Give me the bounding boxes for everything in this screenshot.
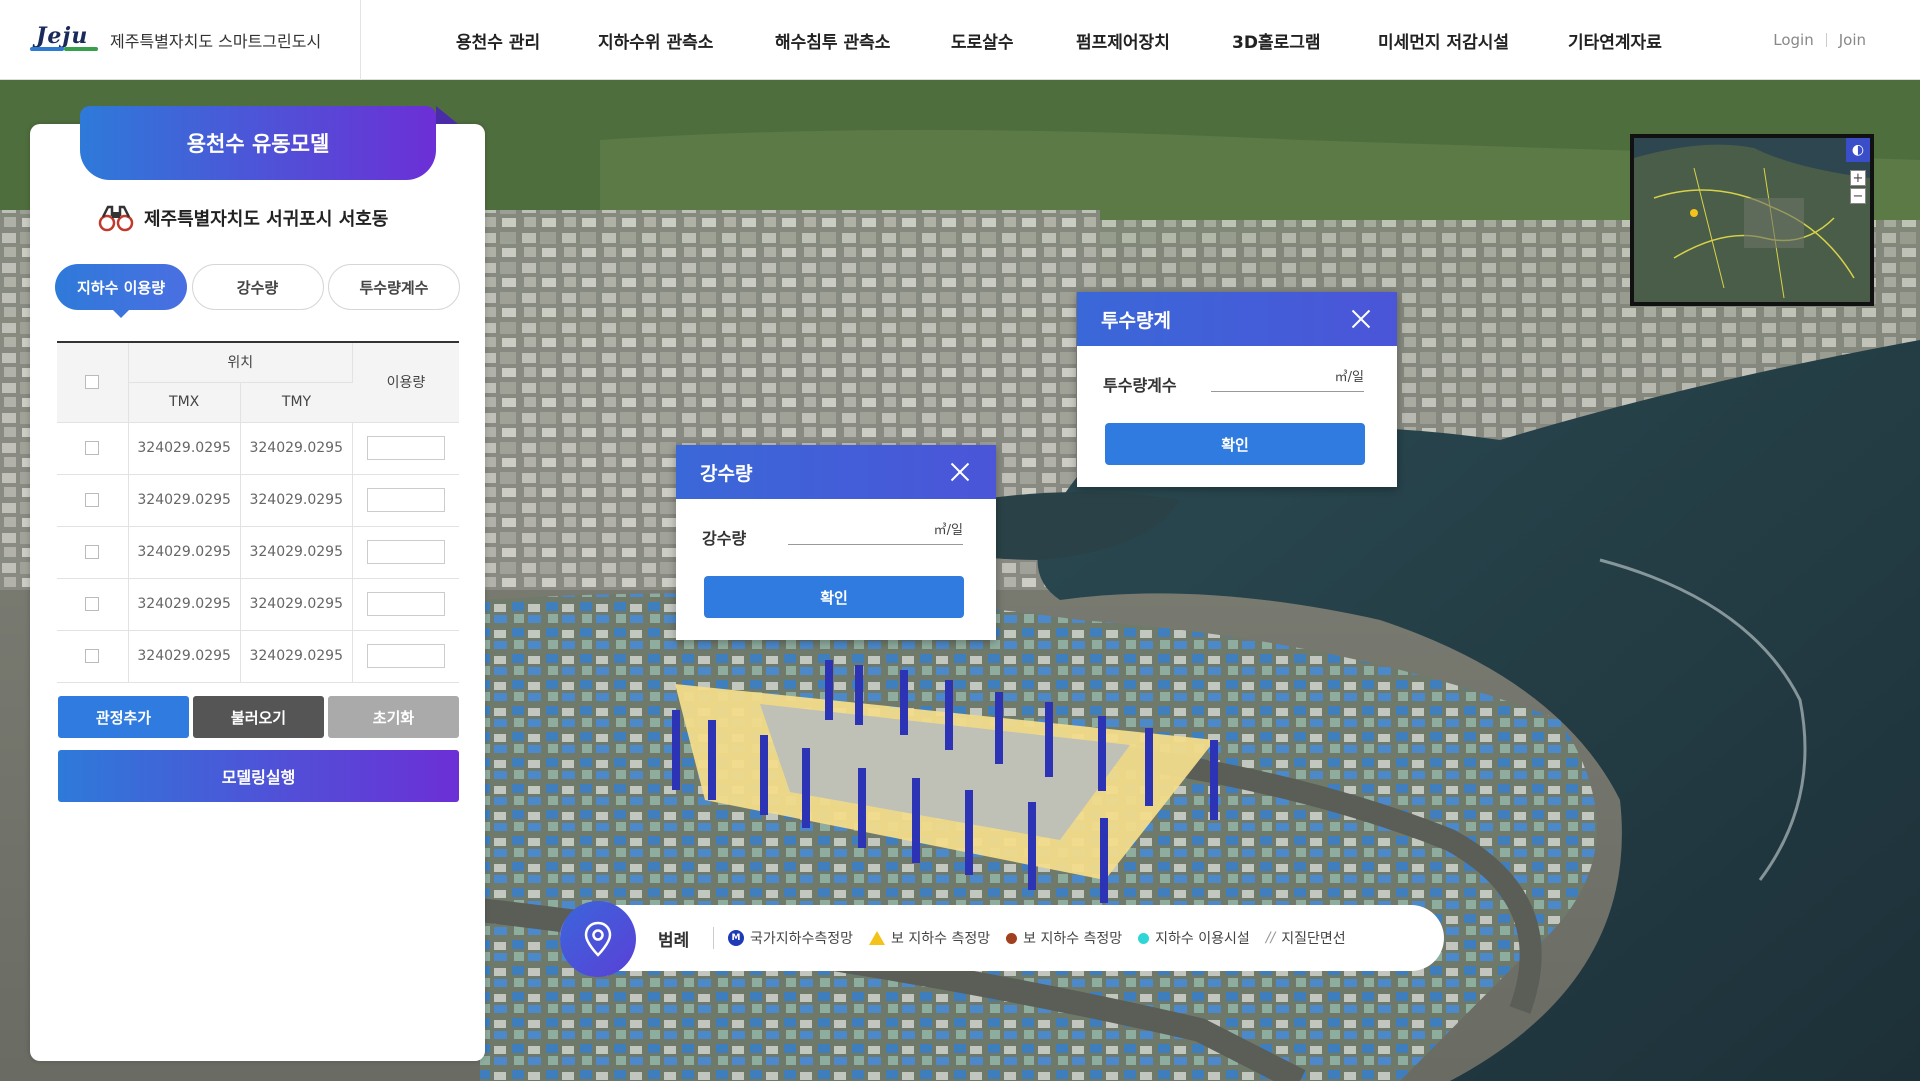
logo-text: 제주특별자치도 스마트그린도시 [110,32,322,51]
rainfall-input[interactable]: ㎥/일 [788,517,963,545]
cell-tmx: 324029.0295 [128,474,241,527]
cell-tmx: 324029.0295 [128,630,241,683]
row-checkbox[interactable] [85,493,100,507]
location-text: 제주특별자치도 서귀포시 서호동 [144,209,389,230]
rainfall-popup: 강수량 강수량 ㎥/일 확인 [676,445,996,640]
usage-input[interactable] [366,488,445,512]
cell-tmy: 324029.0295 [240,526,353,579]
close-icon[interactable] [950,462,970,482]
permeability-popup-title: 투수량계 [1101,309,1171,332]
join-link[interactable]: Join [1839,31,1866,49]
tab-groundwater-usage[interactable]: 지하수 이용량 [55,264,187,318]
rainfall-unit: ㎥/일 [933,523,963,538]
run-modeling-button[interactable]: 모델링실행 [58,750,459,802]
globe-icon[interactable]: ◐ [1846,138,1870,162]
rainfall-confirm-button[interactable]: 확인 [704,576,964,618]
permeability-popup-header: 투수량계 [1077,292,1397,346]
tab-rainfall[interactable]: 강수량 [191,264,324,310]
zoom-out-button[interactable]: − [1850,188,1866,204]
permeability-unit: ㎥/일 [1334,370,1364,385]
nav-item-groundwater-station[interactable]: 지하수위 관측소 [598,28,713,53]
minimap[interactable]: ◐ + − [1630,134,1874,306]
table-row: 324029.0295 324029.0295 [57,630,459,683]
col-tmy: TMY [240,382,353,423]
rainfall-popup-header: 강수량 [676,445,996,499]
add-well-button[interactable]: 관정추가 [58,696,189,738]
cell-tmx: 324029.0295 [128,422,241,475]
close-icon[interactable] [1351,309,1371,329]
select-all-cell [57,342,129,423]
table-row: 324029.0295 324029.0295 [57,578,459,631]
dot-icon [1006,932,1018,944]
legend-item: 보 지하수 측정망 [869,928,990,948]
well-table: 위치 이용량 TMX TMY 324029.0295 324029.0295 3… [57,341,459,683]
legend-item: M 국가지하수측정망 [728,928,853,948]
legend-item: 보 지하수 측정망 [1006,928,1122,948]
col-usage: 이용량 [352,342,459,423]
legend-label: 범례 [658,930,690,951]
cell-tmy: 324029.0295 [240,578,353,631]
nav-item-fine-dust[interactable]: 미세먼지 저감시설 [1378,28,1509,53]
col-tmx: TMX [128,382,241,423]
usage-input[interactable] [366,592,445,616]
logo[interactable]: Jeju 제주특별자치도 스마트그린도시 [0,0,361,80]
table-row: 324029.0295 324029.0295 [57,474,459,527]
row-checkbox[interactable] [85,545,100,559]
rainfall-popup-title: 강수량 [700,462,753,485]
rainfall-field-label: 강수량 [702,529,747,548]
col-position: 위치 [128,342,353,383]
spring-flow-model-panel: 용천수 유동모델 제주특별자치도 서귀포시 서호동 지하수 이용량 강수량 투수… [30,106,485,1061]
tab-permeability[interactable]: 투수량계수 [328,264,460,310]
nav-item-pump-control[interactable]: 펌프제어장치 [1076,28,1170,53]
auth-links: Login Join [1773,0,1866,80]
usage-input[interactable] [366,436,445,460]
permeability-field-label: 투수량계수 [1103,376,1177,395]
panel-title: 용천수 유동모델 [80,106,436,180]
binoculars-icon [98,204,134,232]
table-row: 324029.0295 324029.0295 [57,422,459,475]
usage-input[interactable] [366,644,445,668]
legend-item: 지하수 이용시설 [1138,928,1250,948]
permeability-confirm-button[interactable]: 확인 [1105,423,1365,465]
nav-item-road-sprinkle[interactable]: 도로살수 [951,28,1014,53]
login-link[interactable]: Login [1773,31,1813,49]
reset-button[interactable]: 초기화 [328,696,459,738]
nav-item-spring-water[interactable]: 용천수 관리 [456,28,540,53]
nav-item-seawater-station[interactable]: 해수침투 관측소 [775,28,890,53]
load-button[interactable]: 불러오기 [193,696,324,738]
panel-tabs: 지하수 이용량 강수량 투수량계수 [55,264,460,318]
permeability-popup: 투수량계 투수량계수 ㎥/일 확인 [1077,292,1397,487]
jeju-logo-mark: Jeju [30,23,100,57]
select-all-checkbox[interactable] [85,375,100,390]
usage-input[interactable] [366,540,445,564]
location-label: 제주특별자치도 서귀포시 서호동 [98,204,388,232]
cell-tmx: 324029.0295 [128,578,241,631]
map-legend: 범례 M 국가지하수측정망 보 지하수 측정망 보 지하수 측정망 지하수 이용… [560,901,1444,977]
cell-tmx: 324029.0295 [128,526,241,579]
row-checkbox[interactable] [85,597,100,611]
dot-icon [1138,932,1150,944]
row-checkbox[interactable] [85,441,100,455]
location-pin-icon [560,901,636,977]
cell-tmy: 324029.0295 [240,630,353,683]
m-badge-icon: M [728,930,744,946]
cell-tmy: 324029.0295 [240,474,353,527]
top-header: Jeju 제주특별자치도 스마트그린도시 용천수 관리 지하수위 관측소 해수침… [0,0,1920,80]
table-row: 324029.0295 324029.0295 [57,526,459,579]
slash-icon: // [1265,930,1276,946]
logo-mark-text: Jeju [36,23,89,49]
zoom-in-button[interactable]: + [1850,170,1866,186]
row-checkbox[interactable] [85,649,100,663]
nav-item-other-data[interactable]: 기타연계자료 [1568,28,1662,53]
panel-button-row: 관정추가 불러오기 초기화 [58,696,459,738]
legend-item: // 지질단면선 [1265,930,1346,947]
minimap-imagery [1634,138,1870,302]
permeability-input[interactable]: ㎥/일 [1211,364,1364,392]
triangle-icon [869,931,886,945]
legend-items: M 국가지하수측정망 보 지하수 측정망 보 지하수 측정망 지하수 이용시설 … [728,928,1362,948]
cell-tmy: 324029.0295 [240,422,353,475]
nav-item-3d-hologram[interactable]: 3D홀로그램 [1232,28,1321,53]
